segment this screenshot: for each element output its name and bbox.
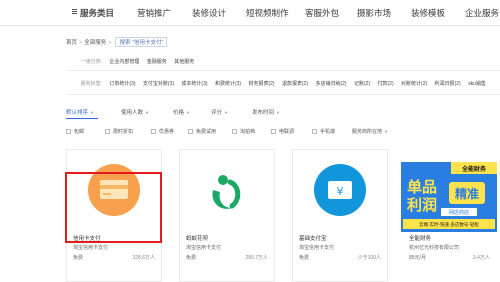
chevron-down-icon: ▼ bbox=[224, 110, 228, 115]
ad-sub: 网店商店 bbox=[449, 209, 469, 216]
nav-marketing[interactable]: 营销推广 bbox=[137, 7, 171, 19]
card-vendor: 淘宝信用卡支付 bbox=[186, 245, 222, 251]
provider-location-dropdown[interactable]: 服务商所在地 ▼ bbox=[352, 128, 388, 135]
ad-line2: 利润 bbox=[407, 196, 437, 214]
service-card[interactable]: ¥ 基础支付宝 淘宝信用卡支付 免费 少于100人 bbox=[292, 149, 388, 282]
tag-option[interactable]: 成本统计(3) bbox=[181, 80, 207, 87]
tag-option[interactable]: 财务报表(2) bbox=[248, 80, 274, 87]
sort-default[interactable]: 默认排序 ▼ bbox=[66, 108, 94, 116]
service-card-ad[interactable]: 全能财务 单品 利润 精准 网店商店 云端·实时·快速·多店数号·轻松 全能财务… bbox=[401, 149, 500, 282]
sort-rating[interactable]: 评分 ▼ bbox=[211, 108, 228, 116]
card-price: 免费 bbox=[186, 255, 197, 261]
divider bbox=[66, 94, 500, 95]
menu-icon bbox=[72, 9, 77, 15]
card-price: 85元/月 bbox=[409, 255, 426, 261]
checkbox-free-trial[interactable]: 免费试用 bbox=[188, 128, 216, 135]
sort-bar: 默认排序 ▼ 使用人数 ▼ 价格 ▼ 评分 ▼ 发布时间 ▼ bbox=[66, 104, 500, 120]
active-sort-underline bbox=[66, 118, 98, 119]
tag-label: 服务标签: bbox=[80, 81, 102, 87]
highlight-box bbox=[65, 172, 162, 243]
checkbox-icon bbox=[188, 129, 193, 134]
category-label: 一级分类: bbox=[80, 59, 102, 65]
checkbox-icon bbox=[232, 129, 237, 134]
nav-short-video[interactable]: 短视频制作 bbox=[246, 7, 289, 19]
category-filter-row: 一级分类: 企业内部管理 金融服务 其他服务 bbox=[66, 58, 200, 65]
category-option[interactable]: 其他服务 bbox=[174, 58, 194, 65]
divider bbox=[66, 70, 500, 71]
ad-brand: 全能财务 bbox=[461, 165, 487, 173]
checkbox-mobile[interactable]: 手机端 bbox=[312, 128, 335, 135]
card-title: 蚂蚁花呗 bbox=[186, 236, 209, 242]
checkbox-icon bbox=[271, 129, 276, 134]
huabei-icon bbox=[212, 175, 241, 209]
checkbox-partner[interactable]: 淘拍档 bbox=[232, 128, 255, 135]
ad-note: 云端·实时·快速·多店数号·轻松 bbox=[419, 221, 479, 228]
tag-option[interactable]: 付款(2) bbox=[378, 80, 394, 87]
ad-badge: 精准 bbox=[455, 186, 479, 201]
ad-banner: 全能财务 单品 利润 精准 网店商店 云端·实时·快速·多店数号·轻松 bbox=[401, 162, 497, 232]
chevron-down-icon: ▼ bbox=[186, 110, 190, 115]
sort-users[interactable]: 使用人数 ▼ bbox=[121, 108, 149, 116]
card-users: 328.6万人 bbox=[132, 255, 155, 261]
sort-price[interactable]: 价格 ▼ bbox=[173, 108, 190, 116]
filter-panel: 一级分类: 企业内部管理 金融服务 其他服务 服务标签: 订单统计(3) 支付宝… bbox=[66, 50, 500, 100]
checkbox-icon bbox=[66, 129, 71, 134]
category-option[interactable]: 金融服务 bbox=[147, 58, 167, 65]
tag-option[interactable]: 记账(2) bbox=[354, 80, 370, 87]
chevron-down-icon: ▼ bbox=[145, 110, 149, 115]
card-price: 免费 bbox=[73, 255, 84, 261]
service-card[interactable]: 蚂蚁花呗 淘宝信用卡支付 免费 280.7万人 bbox=[179, 149, 275, 282]
tag-option[interactable]: 对账统计(2) bbox=[401, 80, 427, 87]
checkbox-phone-debug[interactable]: 电联调 bbox=[271, 128, 294, 135]
nav-templates[interactable]: 装修模板 bbox=[411, 7, 445, 19]
card-users: 少于100人 bbox=[357, 255, 381, 261]
tag-option[interactable]: sku销售 bbox=[468, 80, 486, 87]
checkbox-coupon[interactable]: 优惠券 bbox=[151, 128, 174, 135]
ad-line1: 单品 bbox=[407, 178, 437, 196]
nav-photography[interactable]: 摄影市场 bbox=[357, 7, 391, 19]
category-option[interactable]: 企业内部管理 bbox=[109, 58, 139, 65]
tag-option[interactable]: 支付宝对账(3) bbox=[143, 80, 174, 87]
nav-customer-service[interactable]: 客服外包 bbox=[305, 7, 339, 19]
checkbox-filters: 包邮 限时折扣 优惠券 免费试用 淘拍档 电联调 手机端 服务商所在地 ▼ bbox=[66, 127, 500, 139]
svg-text:¥: ¥ bbox=[337, 185, 344, 198]
tag-option[interactable]: 利润日报(2) bbox=[435, 80, 461, 87]
card-vendor: 淘宝信用卡支付 bbox=[73, 245, 109, 251]
card-users: 3.4万人 bbox=[473, 255, 490, 261]
breadcrumb-home[interactable]: 首页 bbox=[66, 40, 77, 46]
nav-service-category[interactable]: 服务类目 bbox=[72, 7, 114, 19]
card-vendor: 淘宝信用卡支付 bbox=[299, 245, 335, 251]
card-vendor: 杭州亿光科技有限公司 bbox=[409, 245, 460, 251]
nav-decoration-design[interactable]: 装修设计 bbox=[192, 7, 226, 19]
tag-option[interactable]: 多店铺归纳(2) bbox=[315, 80, 346, 87]
nav-enterprise[interactable]: 企业服务 bbox=[465, 7, 499, 19]
checkbox-icon bbox=[151, 129, 156, 134]
checkbox-icon bbox=[105, 129, 110, 134]
tag-filter-row: 服务标签: 订单统计(3) 支付宝对账(3) 成本统计(3) 和费统计(3) 财… bbox=[66, 80, 492, 87]
checkbox-icon bbox=[312, 129, 317, 134]
top-navigation: 服务类目 营销推广 装修设计 短视频制作 客服外包 摄影市场 装修模板 企业服务 bbox=[0, 0, 500, 26]
card-title: 全能财务 bbox=[409, 236, 432, 242]
chevron-down-icon: ▼ bbox=[276, 110, 280, 115]
card-title: 基础支付宝 bbox=[299, 236, 327, 242]
breadcrumb-separator: > bbox=[108, 40, 112, 46]
card-users: 280.7万人 bbox=[245, 255, 268, 261]
yuan-icon: ¥ bbox=[314, 164, 366, 216]
checkbox-free-shipping[interactable]: 包邮 bbox=[66, 128, 84, 135]
breadcrumb: 首页 > 全部服务 > 搜索 "信用卡支付" bbox=[66, 37, 168, 47]
sort-publish-time[interactable]: 发布时间 ▼ bbox=[252, 108, 280, 116]
breadcrumb-all[interactable]: 全部服务 bbox=[84, 40, 106, 46]
search-tag[interactable]: 搜索 "信用卡支付" bbox=[115, 37, 168, 47]
checkbox-limited-discount[interactable]: 限时折扣 bbox=[105, 128, 133, 135]
chevron-down-icon: ▼ bbox=[384, 129, 388, 134]
breadcrumb-separator: > bbox=[79, 40, 83, 46]
tag-option[interactable]: 退款报表(2) bbox=[282, 80, 308, 87]
card-price: 免费 bbox=[299, 255, 310, 261]
chevron-down-icon: ▼ bbox=[90, 110, 94, 115]
ad-banner-graphic: 全能财务 单品 利润 精准 网店商店 云端·实时·快速·多店数号·轻松 bbox=[401, 162, 497, 232]
tag-option[interactable]: 和费统计(3) bbox=[215, 80, 241, 87]
tag-option[interactable]: 订单统计(3) bbox=[109, 80, 135, 87]
